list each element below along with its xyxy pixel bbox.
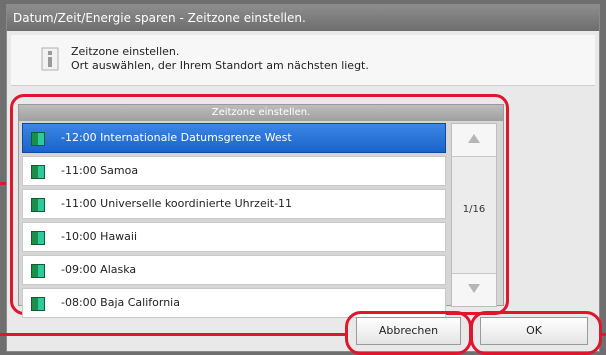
timezone-label: -11:00 Samoa: [61, 164, 139, 177]
timezone-label: -10:00 Hawaii: [61, 230, 138, 243]
info-panel: Zeitzone einstellen. Ort auswählen, der …: [11, 35, 595, 86]
timezone-list: Zeitzone einstellen. -12:00 Internationa…: [18, 104, 504, 318]
scroll-down-button[interactable]: [452, 273, 496, 306]
timezone-label: -09:00 Alaska: [61, 263, 137, 276]
timezone-flag-icon: [31, 297, 45, 311]
info-text: Zeitzone einstellen. Ort auswählen, der …: [71, 45, 369, 73]
timezone-row-1[interactable]: -11:00 Samoa: [22, 156, 446, 186]
scroll-up-button[interactable]: [452, 124, 496, 157]
chevron-down-icon: [468, 284, 480, 293]
info-line-1: Zeitzone einstellen.: [71, 45, 180, 58]
timezone-row-4[interactable]: -09:00 Alaska: [22, 255, 446, 285]
timezone-label: -12:00 Internationale Datumsgrenze West: [61, 131, 292, 144]
list-scrollbar: 1/16: [451, 123, 497, 307]
info-icon: [41, 47, 59, 71]
callout-line-right: [599, 333, 606, 336]
timezone-row-3[interactable]: -10:00 Hawaii: [22, 222, 446, 252]
timezone-flag-icon: [31, 264, 45, 278]
chevron-up-icon: [468, 134, 480, 143]
window-title: Datum/Zeit/Energie sparen - Zeitzone ein…: [7, 5, 599, 31]
ok-button[interactable]: OK: [480, 317, 588, 345]
page-indicator: 1/16: [462, 204, 486, 215]
list-header: Zeitzone einstellen.: [19, 105, 503, 121]
left-callout-mark: [0, 182, 6, 185]
cancel-button[interactable]: Abbrechen: [356, 317, 461, 345]
timezone-row-2[interactable]: -11:00 Universelle koordinierte Uhrzeit-…: [22, 189, 446, 219]
timezone-flag-icon: [31, 165, 45, 179]
timezone-flag-icon: [31, 231, 45, 245]
timezone-row-0[interactable]: -12:00 Internationale Datumsgrenze West: [22, 123, 446, 153]
callout-line: [0, 333, 345, 336]
timezone-rows: -12:00 Internationale Datumsgrenze West …: [22, 123, 446, 321]
timezone-flag-icon: [31, 198, 45, 212]
timezone-label: -11:00 Universelle koordinierte Uhrzeit-…: [61, 197, 293, 210]
timezone-flag-icon: [31, 132, 45, 146]
info-line-2: Ort auswählen, der Ihrem Standort am näc…: [71, 59, 369, 72]
timezone-label: -08:00 Baja California: [61, 296, 180, 309]
